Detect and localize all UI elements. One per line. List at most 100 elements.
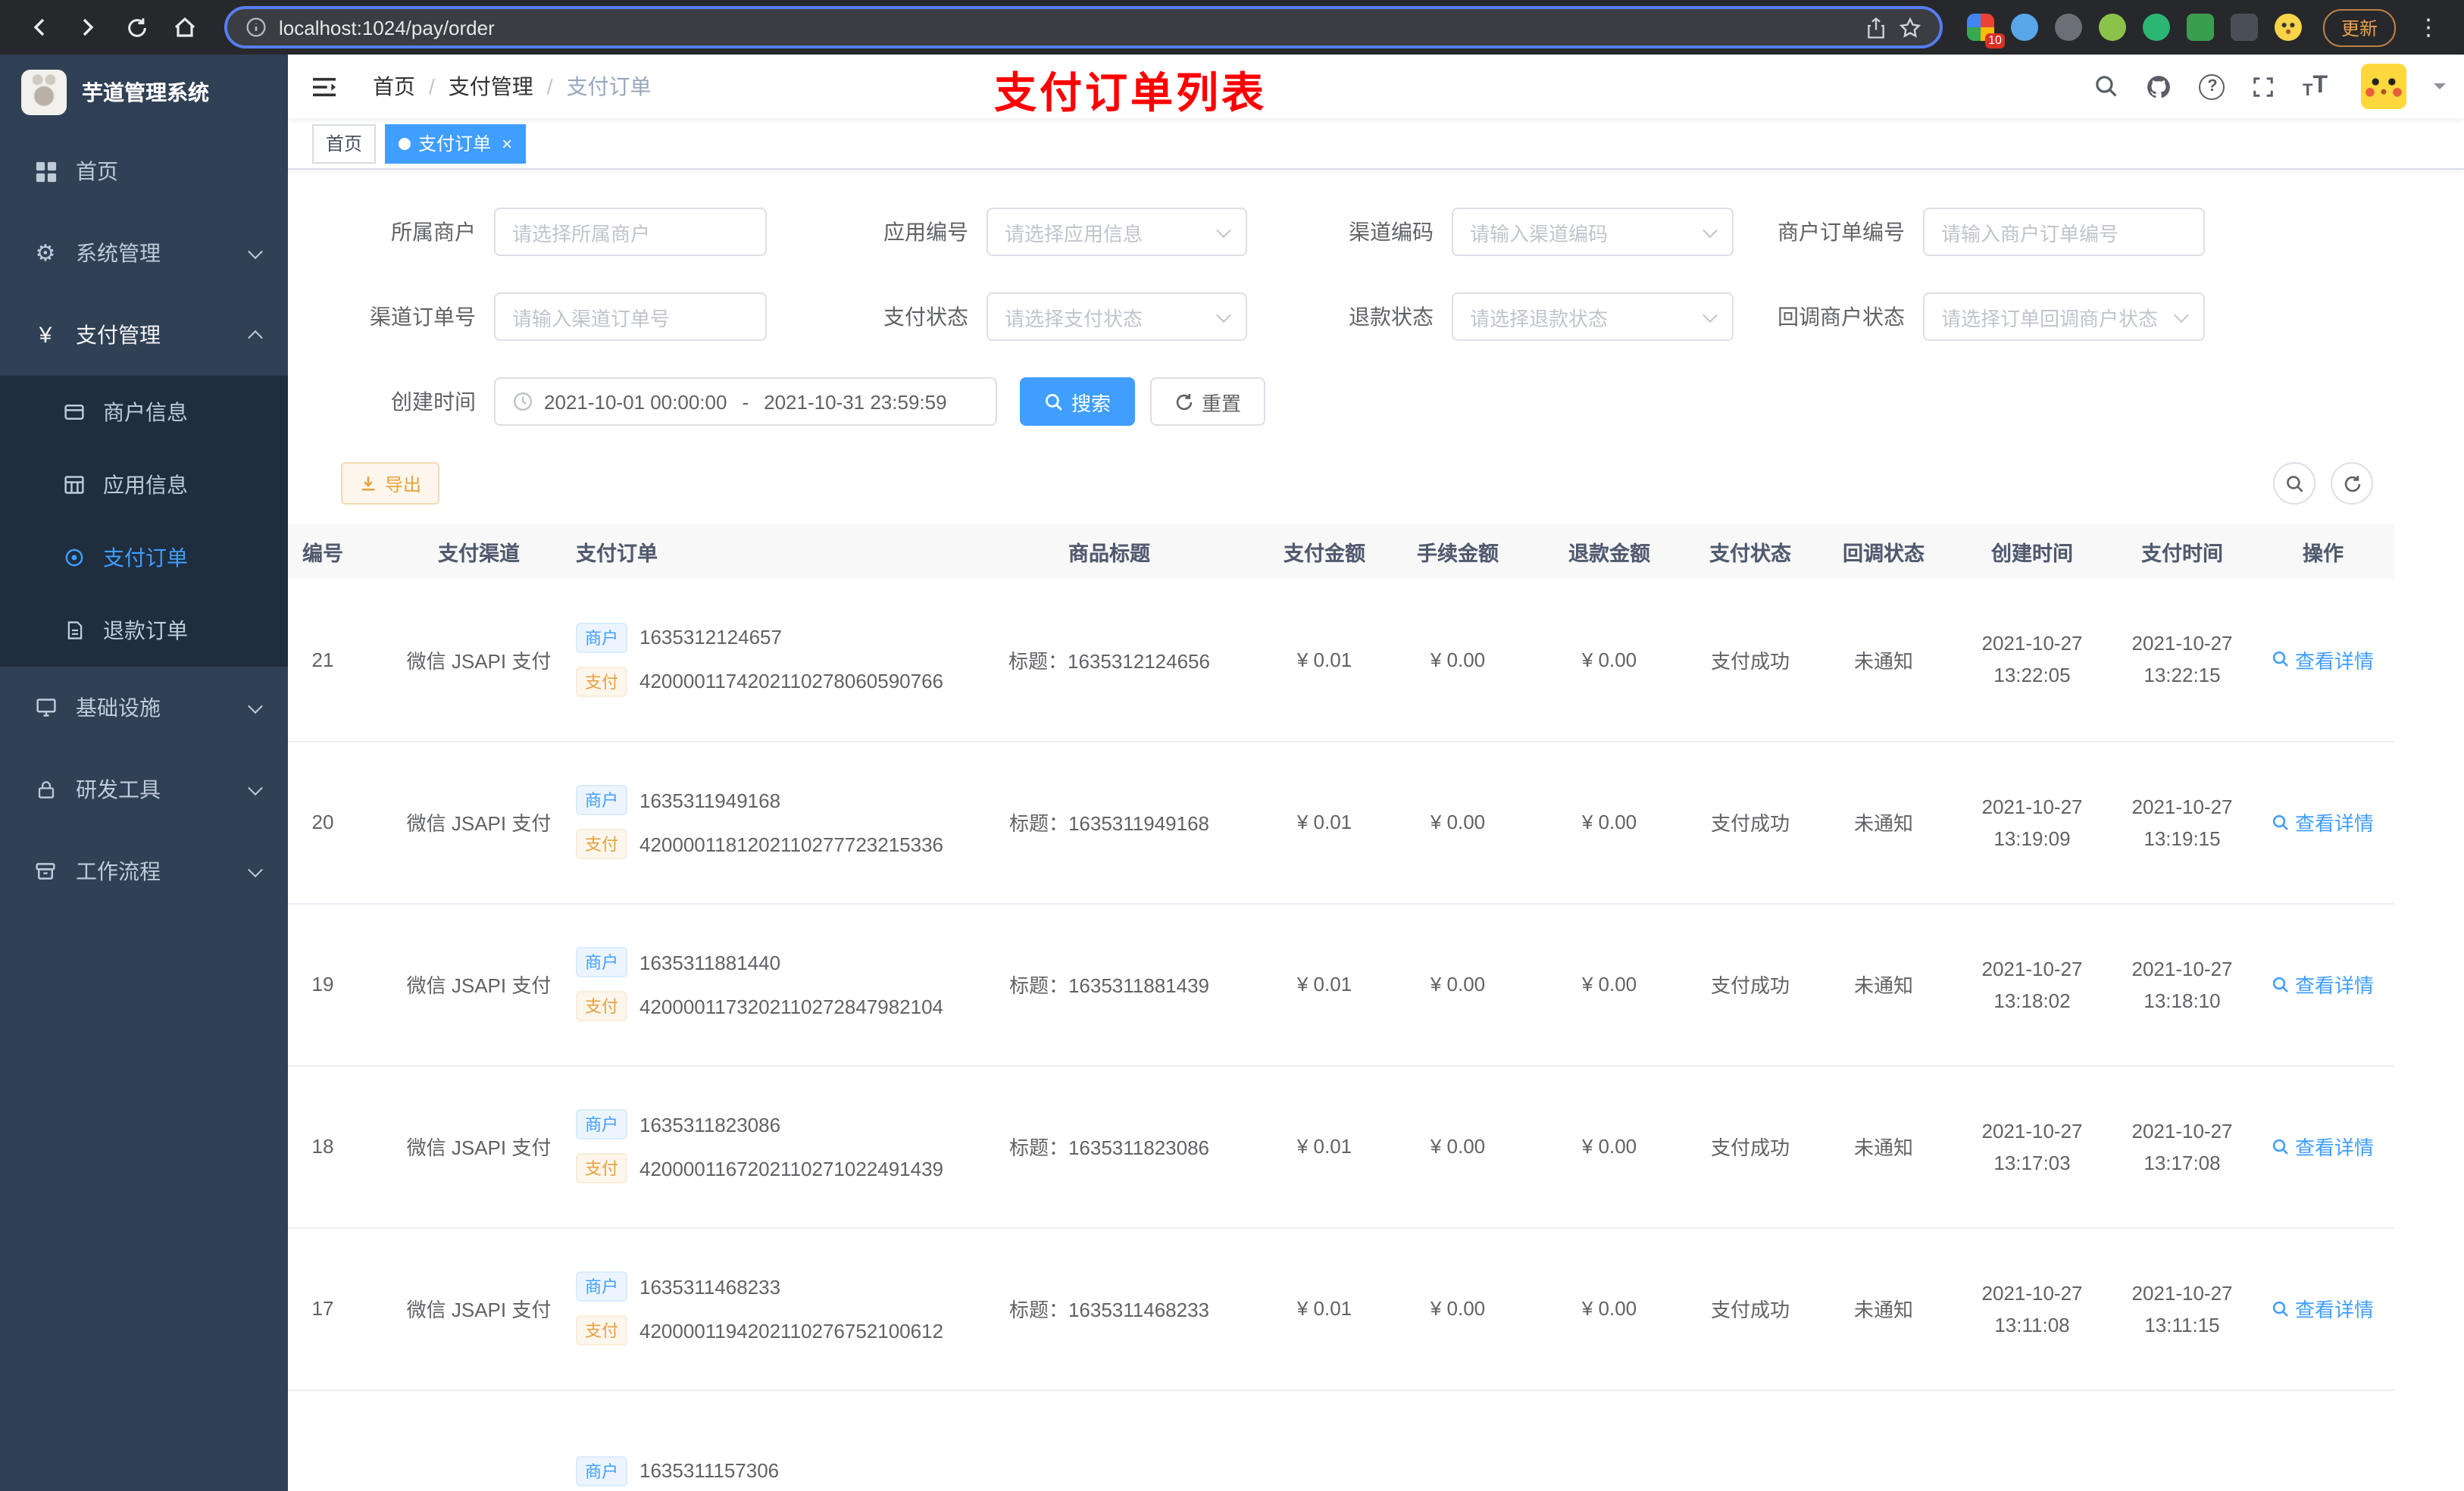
extension-dark-icon[interactable] (2230, 14, 2258, 41)
sidebar-item-dev-tools[interactable]: 研发工具 (0, 749, 288, 830)
pay-no: 4200001167202110271022491439 (639, 1157, 944, 1180)
app-select[interactable]: 请选择应用信息 (987, 208, 1247, 256)
pay-status-select[interactable]: 请选择支付状态 (987, 292, 1247, 341)
extension-colorful-icon[interactable]: 10 (1966, 14, 2005, 48)
share-icon[interactable] (1865, 16, 1887, 39)
cell-actions (2252, 1389, 2394, 1491)
address-bar[interactable]: localhost:1024/pay/order (224, 6, 1943, 48)
breadcrumb-payment[interactable]: 支付管理 (449, 71, 533, 102)
cell-amount: ¥ 0.01 (1267, 1065, 1382, 1228)
chrome-menu-icon[interactable]: ⋮ (2411, 14, 2446, 41)
cell-amount: ¥ 0.01 (1267, 1227, 1382, 1390)
extension-green-icon[interactable] (2098, 14, 2126, 41)
filter-row-3: 创建时间 2021-10-01 00:00:00 - 2021-10-31 23… (288, 377, 2464, 426)
cell-channel: 微信 JSAPI 支付 (397, 1065, 561, 1228)
close-tab-icon[interactable]: × (502, 134, 512, 152)
breadcrumb-home[interactable]: 首页 (373, 71, 415, 102)
refresh-button[interactable] (2331, 462, 2373, 505)
profile-avatar-icon[interactable] (2274, 14, 2302, 41)
export-button-label: 导出 (385, 474, 422, 495)
view-detail-link[interactable]: 查看详情 (2272, 1294, 2374, 1323)
refund-status-select[interactable]: 请选择退款状态 (1452, 292, 1734, 341)
sidebar-item-refund-order[interactable]: 退款订单 (0, 594, 288, 667)
browser-forward-icon[interactable] (67, 6, 109, 48)
view-detail-link[interactable]: 查看详情 (2272, 1132, 2374, 1161)
placeholder-text: 请选择支付状态 (1005, 307, 1143, 330)
browser-back-icon[interactable] (18, 6, 61, 48)
view-detail-link[interactable]: 查看详情 (2272, 645, 2374, 674)
reset-button[interactable]: 重置 (1150, 377, 1266, 426)
font-size-big: T (2312, 73, 2328, 98)
search-button[interactable]: 搜索 (1020, 377, 1136, 426)
date-range-input[interactable]: 2021-10-01 00:00:00 - 2021-10-31 23:59:5… (494, 377, 997, 426)
sidebar-item-infrastructure[interactable]: 基础设施 (0, 667, 288, 749)
tab-home[interactable]: 首页 (312, 123, 377, 163)
extension-teal-icon[interactable] (2142, 14, 2170, 41)
main-pane: 首页 / 支付管理 / 支付订单 支付订单列表 ? T T 首页 支付订单 × … (288, 55, 2464, 1491)
sidebar-item-payment[interactable]: ¥ 支付管理 (0, 294, 288, 376)
logo-avatar (21, 70, 67, 115)
channel-order-no-input[interactable]: 请输入渠道订单号 (494, 292, 767, 341)
bookmark-star-icon[interactable] (1899, 16, 1921, 39)
url-text: localhost:1024/pay/order (279, 16, 495, 39)
chevron-up-icon (248, 329, 263, 345)
table-row-partial: 商户 1635311157306 (288, 1389, 2394, 1491)
avatar-dropdown-caret-icon[interactable] (2434, 83, 2446, 95)
merchant-input[interactable]: 请选择所属商户 (494, 208, 767, 256)
filter-label: 支付状态 (883, 305, 968, 329)
github-icon[interactable] (2147, 73, 2172, 99)
help-icon[interactable]: ? (2199, 73, 2225, 99)
sidebar-item-merchant-info[interactable]: 商户信息 (0, 376, 288, 449)
cell-actions: 查看详情 (2252, 1065, 2394, 1228)
cell-refund: ¥ 0.00 (1534, 1227, 1685, 1390)
target-icon (61, 547, 88, 568)
chrome-update-button[interactable]: 更新 (2322, 8, 2396, 46)
cell-order: 商户 1635311881440 支付 4200001173202110272847… (561, 903, 952, 1066)
column-header-id: 编号 (288, 524, 397, 579)
cell-amount (1267, 1389, 1382, 1491)
sidebar-toggle-icon[interactable] (288, 75, 361, 98)
sidebar-item-workflow[interactable]: 工作流程 (0, 830, 288, 912)
extension-book-icon[interactable] (2186, 14, 2214, 41)
sidebar-item-home[interactable]: 首页 (0, 130, 288, 212)
browser-home-icon[interactable] (164, 6, 206, 48)
cell-fee: ¥ 0.00 (1382, 1065, 1534, 1228)
card-icon (61, 402, 88, 423)
date-start-value: 2021-10-01 00:00:00 (544, 390, 727, 413)
user-avatar[interactable] (2361, 64, 2406, 109)
table-row: 17 微信 JSAPI 支付 商户 1635311468233 支付 4200001… (288, 1227, 2394, 1390)
fullscreen-icon[interactable] (2253, 75, 2275, 98)
cell-notify (1815, 1389, 1952, 1491)
sidebar-item-pay-order[interactable]: 支付订单 (0, 521, 288, 594)
cell-id: 19 (288, 903, 397, 1066)
browser-reload-icon[interactable] (115, 6, 158, 48)
sidebar-item-app-info[interactable]: 应用信息 (0, 449, 288, 521)
view-detail-link[interactable]: 查看详情 (2272, 970, 2374, 999)
merchant-order-no-input[interactable]: 请输入商户订单编号 (1923, 208, 2205, 256)
channel-code-select[interactable]: 请输入渠道编码 (1452, 208, 1734, 256)
view-detail-link[interactable]: 查看详情 (2272, 808, 2374, 836)
placeholder-text: 请选择应用信息 (1005, 222, 1143, 245)
site-info-icon[interactable] (245, 17, 267, 38)
extension-drop-icon[interactable] (2010, 14, 2038, 41)
filter-label: 创建时间 (391, 389, 476, 414)
cell-fee: ¥ 0.00 (1382, 903, 1534, 1066)
pay-tag: 支付 (576, 1153, 627, 1183)
chevron-down-icon (248, 780, 263, 796)
export-button[interactable]: 导出 (341, 462, 440, 505)
sidebar-item-system[interactable]: ⚙ 系统管理 (0, 212, 288, 294)
cell-actions: 查看详情 (2252, 579, 2394, 742)
active-tab-dot (399, 137, 411, 149)
toggle-search-button[interactable] (2273, 462, 2315, 505)
cell-title (952, 1389, 1267, 1491)
filter-create-time: 创建时间 2021-10-01 00:00:00 - 2021-10-31 23… (342, 377, 997, 426)
font-size-icon[interactable]: TT (2303, 73, 2328, 100)
notify-status-select[interactable]: 请选择订单回调商户状态 (1923, 292, 2205, 341)
cell-id: 18 (288, 1065, 397, 1228)
cell-title: 标题：1635311881439 (952, 903, 1267, 1066)
tab-pay-order[interactable]: 支付订单 × (385, 123, 527, 163)
cell-id: 17 (288, 1227, 397, 1390)
cell-notify: 未通知 (1815, 1065, 1952, 1228)
extension-gray-icon[interactable] (2054, 14, 2082, 41)
search-icon[interactable] (2095, 74, 2119, 98)
